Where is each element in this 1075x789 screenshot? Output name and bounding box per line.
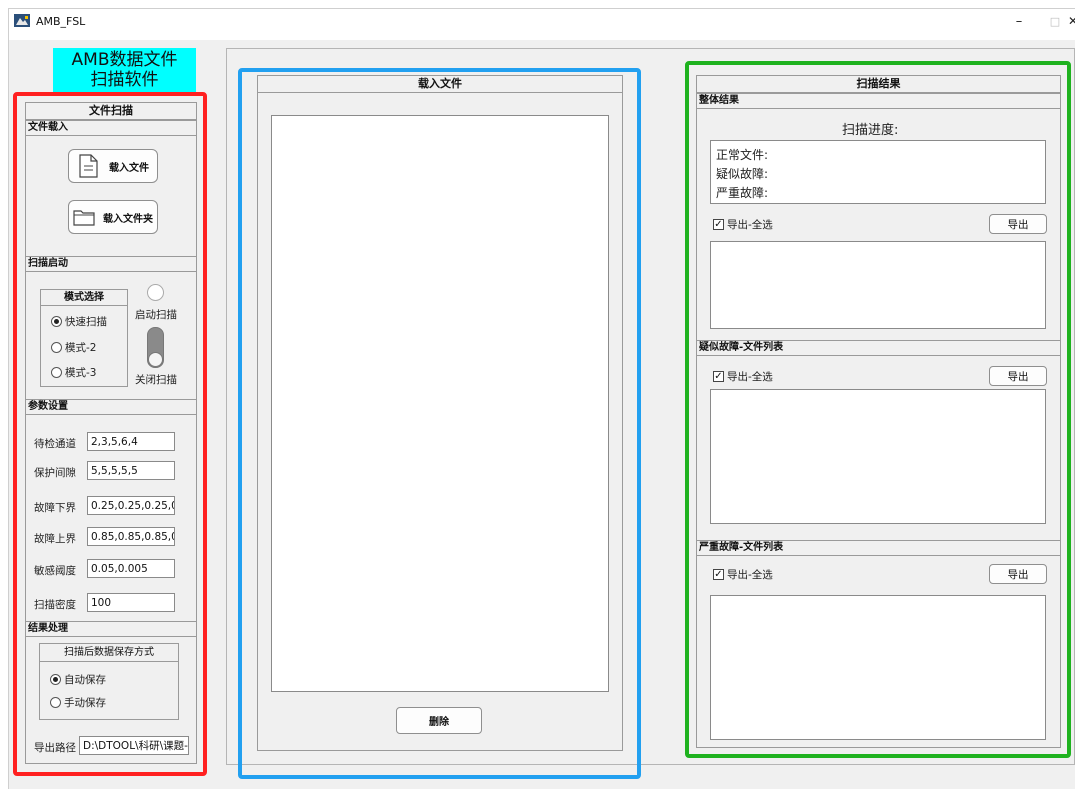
title-bar [9, 9, 1075, 41]
highlight-frame-left [13, 92, 207, 776]
highlight-frame-middle [238, 68, 641, 779]
minimize-button[interactable]: – [1004, 10, 1034, 32]
close-button[interactable]: ✕ [1058, 10, 1075, 32]
brand-banner: AMB数据文件 扫描软件 [53, 48, 196, 92]
app-icon [14, 14, 30, 27]
brand-line-2: 扫描软件 [90, 70, 159, 90]
window-title: AMB_FSL [36, 15, 86, 28]
highlight-frame-right [685, 61, 1071, 758]
brand-line-1: AMB数据文件 [71, 50, 178, 70]
